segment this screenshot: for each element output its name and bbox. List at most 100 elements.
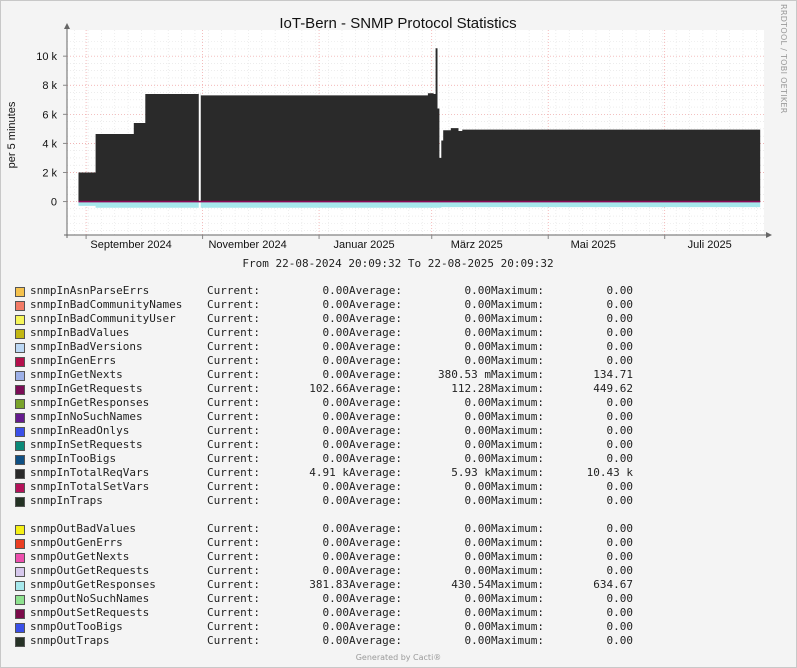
y-tick-label: 0 [51,197,57,209]
average-value: 380.53 m [438,368,491,381]
current-label: Current: [207,578,260,591]
current-label: Current: [207,466,260,479]
y-tick-label: 8 k [42,80,57,92]
maximum-label: Maximum: [491,620,544,633]
legend-series-name: snmpInGetNexts [30,368,123,381]
average-label: Average: [349,452,402,465]
maximum-value: 0.00 [606,354,634,367]
maximum-value: 0.00 [606,424,634,437]
legend-row: snmpOutBadValues Current: 0.00 Average: 0.00… [15,522,655,536]
legend-swatch [15,427,25,437]
average-value: 0.00 [464,424,492,437]
legend-series-name: snmpInTooBigs [30,452,117,465]
maximum-label: Maximum: [491,284,544,297]
current-value: 0.00 [322,368,350,381]
legend: snmpInAsnParseErrs Current: 0.00 Average: 0.… [15,284,655,648]
maximum-value: 0.00 [606,536,634,549]
legend-swatch [15,609,25,619]
legend-swatch [15,455,25,465]
legend-out-group: snmpOutBadValues Current: 0.00 Average: 0.00… [15,522,655,648]
legend-row: snmpInBadValues Current: 0.00 Average: 0.00 M… [15,326,655,340]
average-value: 0.00 [464,634,492,647]
x-tick-label: November 2024 [208,239,286,251]
current-label: Current: [207,438,260,451]
average-label: Average: [349,326,402,339]
x-tick-label: Januar 2025 [333,239,394,251]
legend-series-name: snmpInGenErrs [30,354,117,367]
average-value: 5.93 k [451,466,491,479]
current-label: Current: [207,480,260,493]
legend-series-name: snmpOutTooBigs [30,620,123,633]
maximum-label: Maximum: [491,354,544,367]
legend-row: snmpInGetRequests Current: 102.66 Average: 1… [15,382,655,396]
legend-row: snmpOutGetNexts Current: 0.00 Average: 0.00 M… [15,550,655,564]
legend-swatch [15,595,25,605]
average-value: 0.00 [464,438,492,451]
legend-series-name: snmpInBadVersions [30,340,143,353]
average-label: Average: [349,620,402,633]
legend-series-name: snmpInTotalSetVars [30,480,150,493]
maximum-value: 0.00 [606,480,634,493]
average-label: Average: [349,466,402,479]
average-label: Average: [349,480,402,493]
current-label: Current: [207,340,260,353]
average-label: Average: [349,578,402,591]
maximum-value: 0.00 [606,592,634,605]
legend-swatch [15,483,25,493]
average-label: Average: [349,396,402,409]
x-axis-arrow [766,232,772,238]
maximum-value: 0.00 [606,564,634,577]
average-value: 0.00 [464,312,492,325]
current-value: 0.00 [322,340,350,353]
maximum-value: 0.00 [606,326,634,339]
current-value: 0.00 [322,298,350,311]
average-label: Average: [349,284,402,297]
legend-row: snmpOutGetRequests Current: 0.00 Average: 0.… [15,564,655,578]
legend-row: snmpInTooBigs Current: 0.00 Average: 0.00 Max… [15,452,655,466]
current-label: Current: [207,536,260,549]
legend-swatch [15,343,25,353]
legend-row: snmpOutNoSuchNames Current: 0.00 Average: 0.… [15,592,655,606]
average-label: Average: [349,522,402,535]
average-label: Average: [349,410,402,423]
average-value: 112.28 [451,382,491,395]
legend-series-name: snmpOutGetNexts [30,550,130,563]
average-value: 0.00 [464,298,492,311]
legend-swatch [15,385,25,395]
current-label: Current: [207,606,260,619]
average-value: 0.00 [464,480,492,493]
maximum-label: Maximum: [491,466,544,479]
maximum-label: Maximum: [491,494,544,507]
legend-series-name: snmpInGetRequests [30,382,143,395]
legend-series-name: snmpInNoSuchNames [30,410,143,423]
current-label: Current: [207,284,260,297]
maximum-label: Maximum: [491,382,544,395]
maximum-value: 0.00 [606,606,634,619]
current-label: Current: [207,312,260,325]
legend-series-name: snmpOutGetRequests [30,564,150,577]
y-axis-label: per 5 minutes [6,101,18,168]
current-label: Current: [207,592,260,605]
legend-row: snmpInReadOnlys Current: 0.00 Average: 0.00 M… [15,424,655,438]
current-label: Current: [207,326,260,339]
legend-row: snmpInTotalSetVars Current: 0.00 Average: 0.… [15,480,655,494]
current-value: 0.00 [322,354,350,367]
y-tick-label: 2 k [42,167,57,179]
average-label: Average: [349,382,402,395]
rrdtool-credit: RRDTOOL / TOBI OETIKER [779,4,788,114]
legend-swatch [15,637,25,647]
x-tick-label: März 2025 [451,239,503,251]
average-label: Average: [349,494,402,507]
maximum-label: Maximum: [491,564,544,577]
maximum-label: Maximum: [491,396,544,409]
maximum-label: Maximum: [491,410,544,423]
maximum-label: Maximum: [491,298,544,311]
maximum-label: Maximum: [491,522,544,535]
current-label: Current: [207,522,260,535]
maximum-value: 0.00 [606,634,634,647]
legend-row: snmpInGetResponses Current: 0.00 Average: 0.… [15,396,655,410]
maximum-value: 0.00 [606,312,634,325]
y-tick-label: 10 k [36,51,57,63]
average-value: 0.00 [464,284,492,297]
legend-row: snmpInTotalReqVars Current: 4.91 k Average:… [15,466,655,480]
